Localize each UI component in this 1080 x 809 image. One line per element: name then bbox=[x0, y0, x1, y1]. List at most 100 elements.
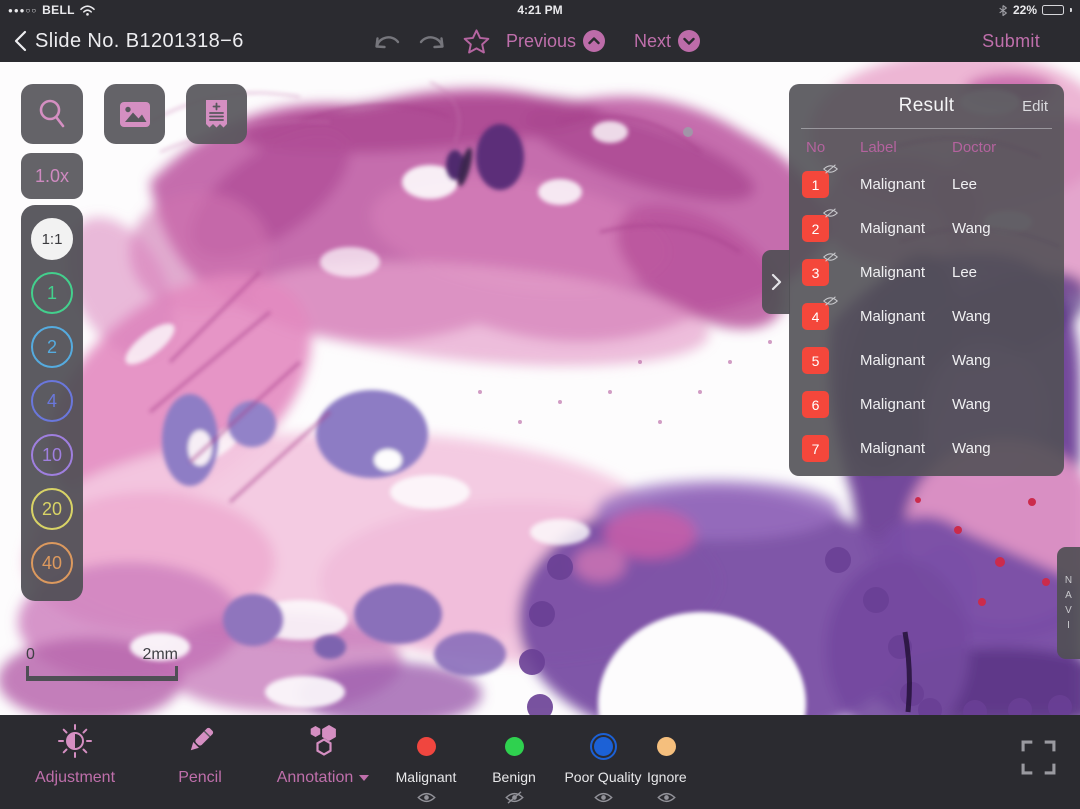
zoom-level-button[interactable]: 1:1 bbox=[31, 218, 73, 260]
category-color-dot[interactable] bbox=[501, 733, 528, 760]
annotation-number-badge[interactable]: 2 bbox=[802, 215, 829, 242]
navigator-tab[interactable]: NAVI bbox=[1057, 547, 1080, 659]
result-panel-collapse-tab[interactable] bbox=[762, 250, 790, 314]
slide-viewer-app: ●●●○○ BELL 4:21 PM 22% bbox=[0, 0, 1080, 809]
fullscreen-button[interactable] bbox=[1018, 737, 1058, 777]
annotation-tool[interactable]: Annotation bbox=[250, 715, 396, 809]
navi-letter: N bbox=[1065, 576, 1072, 586]
category-label: Benign bbox=[492, 769, 536, 785]
result-table-header: No Label Doctor bbox=[789, 131, 1064, 163]
brightness-icon bbox=[57, 715, 93, 761]
result-row[interactable]: 1 Malignant Lee bbox=[789, 163, 1064, 207]
zoom-level-button[interactable]: 4 bbox=[31, 380, 73, 422]
annotation-doctor: Lee bbox=[952, 176, 977, 193]
result-panel: Result Edit No Label Doctor 1 bbox=[789, 84, 1064, 476]
category-label: Poor Quality bbox=[564, 769, 641, 785]
adjustment-tool[interactable]: Adjustment bbox=[0, 715, 150, 809]
column-label: Label bbox=[860, 139, 897, 156]
redo-button[interactable] bbox=[417, 31, 447, 51]
pencil-icon bbox=[182, 715, 218, 761]
search-icon bbox=[35, 96, 69, 132]
annotation-doctor: Wang bbox=[952, 396, 991, 413]
scale-bar-line bbox=[26, 666, 178, 681]
annotation-label: Malignant bbox=[860, 308, 925, 325]
category-visibility-toggle[interactable] bbox=[504, 791, 525, 804]
result-row[interactable]: 4 Malignant Wang bbox=[789, 295, 1064, 339]
chevron-right-icon bbox=[769, 272, 783, 292]
status-bar: ●●●○○ BELL 4:21 PM 22% bbox=[0, 0, 1080, 20]
annotation-hidden-eye-icon[interactable] bbox=[822, 207, 839, 219]
column-doctor: Doctor bbox=[952, 139, 996, 156]
image-icon bbox=[119, 101, 151, 128]
annotation-number-badge[interactable]: 3 bbox=[802, 259, 829, 286]
annotation-label: Malignant bbox=[860, 264, 925, 281]
snapshot-tool-button[interactable] bbox=[104, 84, 165, 144]
category-label: Malignant bbox=[396, 769, 457, 785]
zoom-level-button[interactable]: 40 bbox=[31, 542, 73, 584]
next-button[interactable]: Next bbox=[634, 30, 700, 52]
zoom-level-button[interactable]: 2 bbox=[31, 326, 73, 368]
annotation-doctor: Lee bbox=[952, 264, 977, 281]
favorite-star-button[interactable] bbox=[462, 28, 491, 55]
zoom-level-button[interactable]: 10 bbox=[31, 434, 73, 476]
result-row[interactable]: 6 Malignant Wang bbox=[789, 383, 1064, 427]
report-note-icon bbox=[203, 99, 230, 130]
page-title: Slide No. B1201318−6 bbox=[35, 30, 244, 53]
next-label: Next bbox=[634, 31, 671, 52]
chevron-up-icon bbox=[583, 30, 605, 52]
annotation-hidden-eye-icon[interactable] bbox=[822, 251, 839, 263]
clock: 4:21 PM bbox=[0, 3, 1080, 17]
category-color-dot[interactable] bbox=[590, 733, 617, 760]
annotation-label: Malignant bbox=[860, 440, 925, 457]
annotation-number-badge[interactable]: 7 bbox=[802, 435, 829, 462]
pencil-label: Pencil bbox=[178, 769, 222, 787]
category-item[interactable]: Ignore bbox=[647, 715, 687, 809]
category-visibility-toggle[interactable] bbox=[656, 791, 677, 804]
undo-button[interactable] bbox=[372, 31, 402, 51]
pencil-tool[interactable]: Pencil bbox=[150, 715, 250, 809]
result-row[interactable]: 3 Malignant Lee bbox=[789, 251, 1064, 295]
category-item[interactable]: Malignant bbox=[383, 715, 469, 809]
category-visibility-toggle[interactable] bbox=[593, 791, 614, 804]
result-panel-title: Result bbox=[899, 95, 955, 117]
back-chevron-icon bbox=[14, 30, 27, 52]
category-item[interactable]: Poor Quality bbox=[559, 715, 647, 809]
back-button[interactable]: Slide No. B1201318−6 bbox=[14, 30, 244, 53]
previous-button[interactable]: Previous bbox=[506, 30, 605, 52]
result-row[interactable]: 5 Malignant Wang bbox=[789, 339, 1064, 383]
magnifier-tool-button[interactable] bbox=[21, 84, 83, 144]
annotation-number-badge[interactable]: 1 bbox=[802, 171, 829, 198]
category-color-dot[interactable] bbox=[653, 733, 680, 760]
annotation-number-badge[interactable]: 5 bbox=[802, 347, 829, 374]
zoom-level-button[interactable]: 20 bbox=[31, 488, 73, 530]
fullscreen-icon bbox=[1020, 739, 1057, 776]
edit-button[interactable]: Edit bbox=[1022, 98, 1048, 115]
category-item[interactable]: Benign bbox=[469, 715, 559, 809]
annotation-label: Malignant bbox=[860, 352, 925, 369]
navi-letter: A bbox=[1065, 591, 1072, 601]
result-row[interactable]: 2 Malignant Wang bbox=[789, 207, 1064, 251]
zoom-level-button[interactable]: 1 bbox=[31, 272, 73, 314]
scale-bar: 0 2mm bbox=[26, 646, 178, 681]
result-table-body: 1 Malignant Lee 2 bbox=[789, 163, 1064, 471]
category-visibility-toggle[interactable] bbox=[416, 791, 437, 804]
annotation-hidden-eye-icon[interactable] bbox=[822, 163, 839, 175]
submit-button[interactable]: Submit bbox=[982, 31, 1040, 52]
annotation-hidden-eye-icon[interactable] bbox=[822, 295, 839, 307]
battery-icon bbox=[1042, 5, 1064, 15]
annotation-number-badge[interactable]: 4 bbox=[802, 303, 829, 330]
annotation-number-badge[interactable]: 6 bbox=[802, 391, 829, 418]
annotation-doctor: Wang bbox=[952, 220, 991, 237]
slide-canvas[interactable]: 1.0x 1:1 1 2 4 10 20 40 0 2mm bbox=[0, 62, 1080, 715]
result-row[interactable]: 7 Malignant Wang bbox=[789, 427, 1064, 471]
report-tool-button[interactable] bbox=[186, 84, 247, 144]
navigation-bar: Slide No. B1201318−6 Previous bbox=[0, 20, 1080, 62]
previous-label: Previous bbox=[506, 31, 576, 52]
annotation-doctor: Wang bbox=[952, 308, 991, 325]
caret-down-icon bbox=[359, 775, 369, 781]
category-color-dot[interactable] bbox=[413, 733, 440, 760]
scale-end-label: 2mm bbox=[142, 646, 178, 664]
annotation-doctor: Wang bbox=[952, 440, 991, 457]
annotation-doctor: Wang bbox=[952, 352, 991, 369]
category-legend: Malignant Benign bbox=[383, 715, 687, 809]
